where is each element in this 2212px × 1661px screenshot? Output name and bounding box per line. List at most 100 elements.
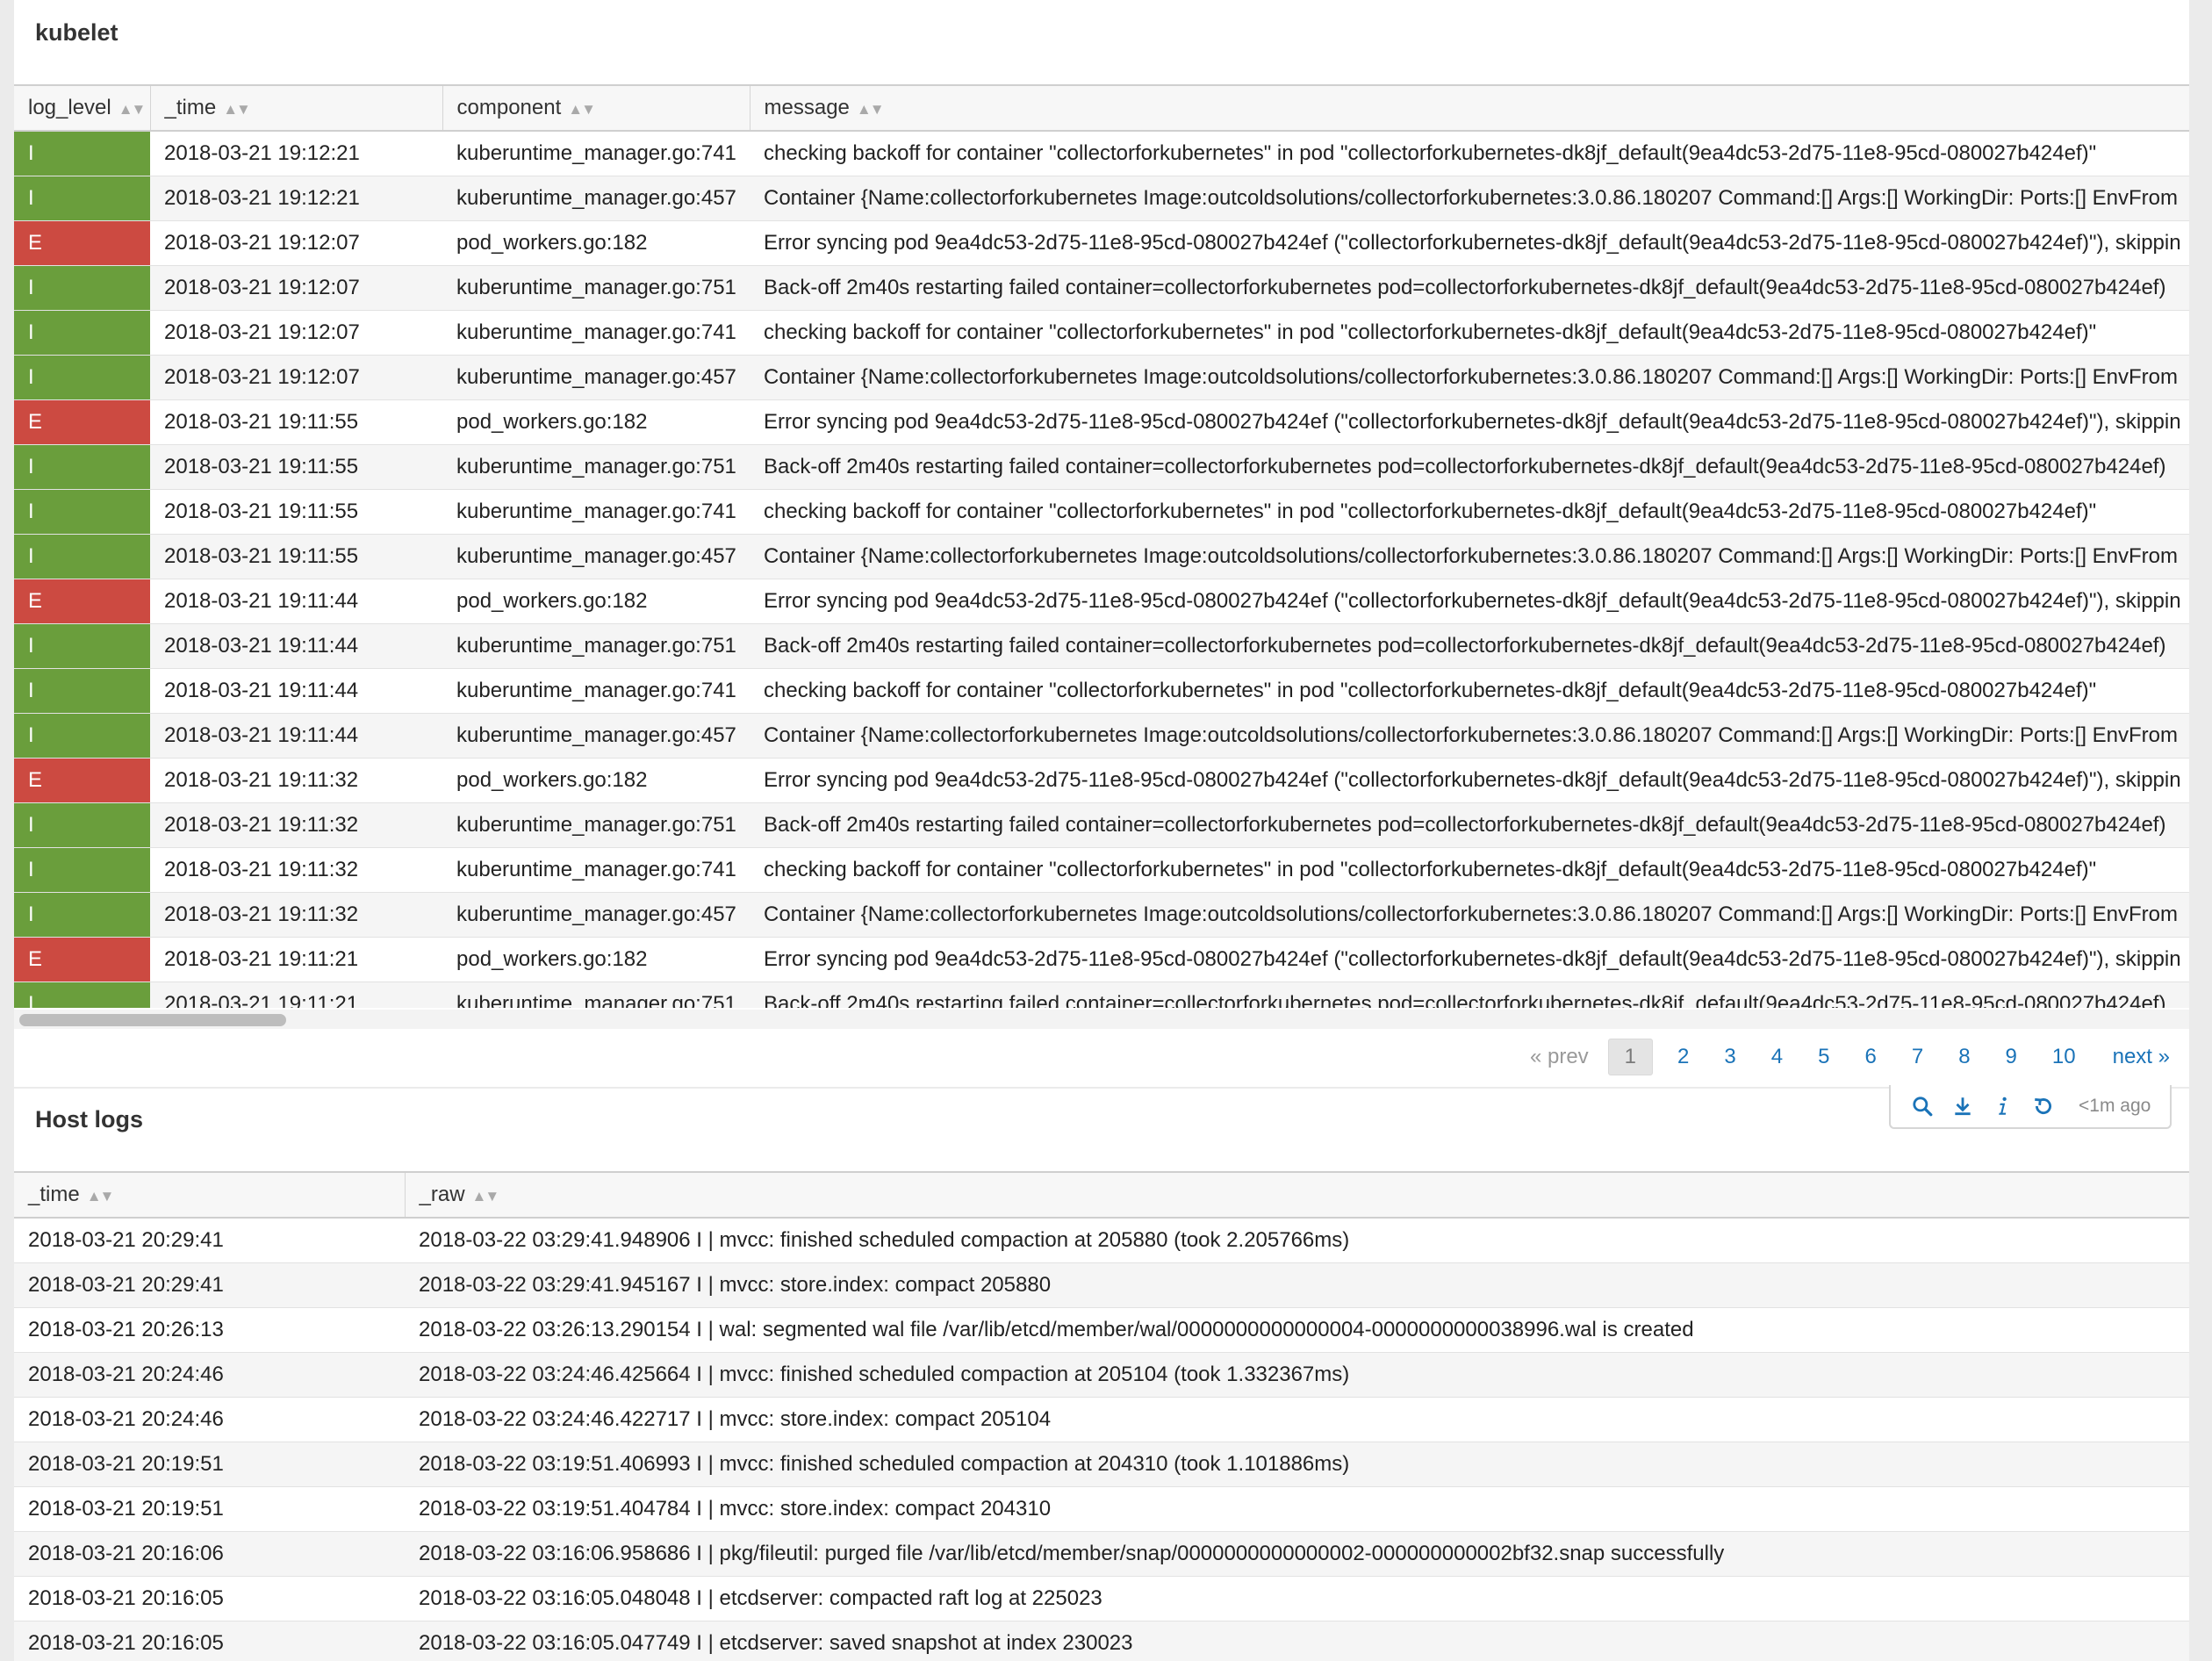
kubelet-table-body: I 2018-03-21 19:12:21 kuberuntime_manager.…	[14, 131, 2189, 1008]
table-row[interactable]: I 2018-03-21 19:11:55 kuberuntime_manager.…	[14, 534, 2189, 579]
table-row[interactable]: E 2018-03-21 19:11:55 pod_workers.go:182 Er…	[14, 399, 2189, 445]
log-level-cell: E	[14, 758, 150, 803]
table-row[interactable]: E 2018-03-21 19:11:21 pod_workers.go:182 Er…	[14, 937, 2189, 982]
time-cell: 2018-03-21 19:11:21	[150, 982, 442, 1008]
log-level-cell: E	[14, 937, 150, 982]
column-header-message[interactable]: message ▲▼	[750, 84, 2189, 132]
sort-icon[interactable]: ▲▼	[472, 1188, 500, 1204]
table-row[interactable]: 2018-03-21 20:26:13 2018-03-22 03:26:13.2…	[14, 1307, 2189, 1353]
time-cell: 2018-03-21 19:12:07	[150, 310, 442, 356]
message-cell: Back-off 2m40s restarting failed contain…	[750, 265, 2189, 311]
page-link-10[interactable]: 10	[2035, 1045, 2094, 1069]
sort-icon[interactable]: ▲▼	[118, 101, 147, 118]
download-icon[interactable]	[1950, 1094, 1975, 1118]
message-cell: Error syncing pod 9ea4dc53-2d75-11e8-95c…	[750, 399, 2189, 445]
table-row[interactable]: E 2018-03-21 19:11:44 pod_workers.go:182 Er…	[14, 579, 2189, 624]
scrollbar-thumb[interactable]	[19, 1014, 286, 1026]
page-link-3[interactable]: 3	[1706, 1045, 1753, 1069]
table-row[interactable]: I 2018-03-21 19:11:44 kuberuntime_manager.…	[14, 623, 2189, 669]
column-header-log-level[interactable]: log_level ▲▼	[14, 84, 151, 132]
table-row[interactable]: 2018-03-21 20:16:05 2018-03-22 03:16:05.0…	[14, 1576, 2189, 1621]
message-cell: Back-off 2m40s restarting failed contain…	[750, 444, 2189, 490]
table-row[interactable]: I 2018-03-21 19:11:32 kuberuntime_manager.…	[14, 892, 2189, 938]
column-header-time[interactable]: _time ▲▼	[150, 84, 443, 132]
sort-icon[interactable]: ▲▼	[568, 101, 596, 118]
raw-cell: 2018-03-22 03:24:46.425664 I | mvcc: fin…	[405, 1352, 2189, 1398]
table-row[interactable]: I 2018-03-21 19:11:32 kuberuntime_manager.…	[14, 802, 2189, 848]
table-row[interactable]: 2018-03-21 20:24:46 2018-03-22 03:24:46.4…	[14, 1352, 2189, 1398]
table-row[interactable]: 2018-03-21 20:16:06 2018-03-22 03:16:06.9…	[14, 1531, 2189, 1577]
table-row[interactable]: I 2018-03-21 19:11:21 kuberuntime_manager.…	[14, 982, 2189, 1008]
table-row[interactable]: I 2018-03-21 19:11:44 kuberuntime_manager.…	[14, 668, 2189, 714]
log-level-cell: I	[14, 982, 150, 1008]
pagination: « prev 1 2 3 4 5 6 7 8 9 10 next »	[1518, 1038, 2170, 1076]
table-row[interactable]: I 2018-03-21 19:12:07 kuberuntime_manager.…	[14, 310, 2189, 356]
table-row[interactable]: 2018-03-21 20:19:51 2018-03-22 03:19:51.4…	[14, 1486, 2189, 1532]
horizontal-scrollbar[interactable]	[14, 1010, 2189, 1029]
message-cell: checking backoff for container "collecto…	[750, 131, 2189, 176]
refresh-icon[interactable]	[2031, 1094, 2056, 1118]
page-link-9[interactable]: 9	[1988, 1045, 2035, 1069]
info-icon[interactable]	[1991, 1094, 2015, 1118]
time-cell: 2018-03-21 19:12:07	[150, 220, 442, 266]
table-row[interactable]: I 2018-03-21 19:12:07 kuberuntime_manager.…	[14, 355, 2189, 400]
time-cell: 2018-03-21 19:11:44	[150, 668, 442, 714]
column-header-label: log_level	[28, 96, 111, 119]
host-logs-panel-title: Host logs	[35, 1106, 144, 1132]
component-cell: kuberuntime_manager.go:751	[442, 623, 750, 669]
table-row[interactable]: E 2018-03-21 19:11:32 pod_workers.go:182 Er…	[14, 758, 2189, 803]
time-cell: 2018-03-21 19:11:44	[150, 579, 442, 624]
page-links: 1 2 3 4 5 6 7 8 9 10	[1601, 1039, 2094, 1075]
sort-icon[interactable]: ▲▼	[223, 101, 251, 118]
time-cell: 2018-03-21 20:29:41	[14, 1218, 405, 1263]
table-row[interactable]: I 2018-03-21 19:11:55 kuberuntime_manager.…	[14, 489, 2189, 535]
log-level-cell: E	[14, 399, 150, 445]
search-icon[interactable]	[1910, 1094, 1935, 1118]
page-link-7[interactable]: 7	[1894, 1045, 1941, 1069]
column-header-label: component	[456, 96, 562, 119]
table-row[interactable]: 2018-03-21 20:29:41 2018-03-22 03:29:41.9…	[14, 1218, 2189, 1263]
table-row[interactable]: 2018-03-21 20:19:51 2018-03-22 03:19:51.4…	[14, 1442, 2189, 1487]
table-row[interactable]: 2018-03-21 20:29:41 2018-03-22 03:29:41.9…	[14, 1262, 2189, 1308]
host-logs-table-body: 2018-03-21 20:29:41 2018-03-22 03:29:41.9…	[14, 1218, 2189, 1661]
column-header-raw[interactable]: _raw ▲▼	[405, 1171, 2189, 1219]
time-cell: 2018-03-21 19:11:55	[150, 399, 442, 445]
next-page-link[interactable]: next »	[2094, 1045, 2170, 1069]
sort-icon[interactable]: ▲▼	[857, 101, 885, 118]
table-row[interactable]: I 2018-03-21 19:12:07 kuberuntime_manager.…	[14, 265, 2189, 311]
sort-icon[interactable]: ▲▼	[87, 1188, 115, 1204]
log-level-cell: I	[14, 265, 150, 311]
page-link-5[interactable]: 5	[1800, 1045, 1847, 1069]
message-cell: Error syncing pod 9ea4dc53-2d75-11e8-95c…	[750, 758, 2189, 803]
component-cell: pod_workers.go:182	[442, 937, 750, 982]
table-row[interactable]: I 2018-03-21 19:11:44 kuberuntime_manager.…	[14, 713, 2189, 759]
table-row[interactable]: I 2018-03-21 19:12:21 kuberuntime_manager.…	[14, 176, 2189, 221]
column-header-label: _raw	[419, 1183, 465, 1206]
time-cell: 2018-03-21 20:24:46	[14, 1397, 405, 1442]
page-link-4[interactable]: 4	[1754, 1045, 1800, 1069]
page-link-2[interactable]: 2	[1660, 1045, 1706, 1069]
message-cell: Error syncing pod 9ea4dc53-2d75-11e8-95c…	[750, 579, 2189, 624]
time-cell: 2018-03-21 20:16:06	[14, 1531, 405, 1577]
component-cell: kuberuntime_manager.go:457	[442, 534, 750, 579]
log-level-cell: I	[14, 847, 150, 893]
table-row[interactable]: I 2018-03-21 19:12:21 kuberuntime_manager.…	[14, 131, 2189, 176]
message-cell: Back-off 2m40s restarting failed contain…	[750, 982, 2189, 1008]
table-row[interactable]: I 2018-03-21 19:11:32 kuberuntime_manager.…	[14, 847, 2189, 893]
table-row[interactable]: E 2018-03-21 19:12:07 pod_workers.go:182 Er…	[14, 220, 2189, 266]
message-cell: checking backoff for container "collecto…	[750, 668, 2189, 714]
column-header-time[interactable]: _time ▲▼	[14, 1171, 406, 1219]
component-cell: kuberuntime_manager.go:751	[442, 802, 750, 848]
page-link-6[interactable]: 6	[1847, 1045, 1893, 1069]
message-cell: Container {Name:collectorforkubernetes I…	[750, 713, 2189, 759]
time-cell: 2018-03-21 19:12:07	[150, 355, 442, 400]
column-header-component[interactable]: component ▲▼	[442, 84, 750, 132]
table-row[interactable]: I 2018-03-21 19:11:55 kuberuntime_manager.…	[14, 444, 2189, 490]
page-link-8[interactable]: 8	[1941, 1045, 1987, 1069]
log-level-cell: E	[14, 579, 150, 624]
table-row[interactable]: 2018-03-21 20:24:46 2018-03-22 03:24:46.4…	[14, 1397, 2189, 1442]
raw-cell: 2018-03-22 03:29:41.945167 I | mvcc: sto…	[405, 1262, 2189, 1308]
prev-page-link: « prev	[1529, 1045, 1589, 1068]
raw-cell: 2018-03-22 03:26:13.290154 I | wal: segm…	[405, 1307, 2189, 1353]
table-row[interactable]: 2018-03-21 20:16:05 2018-03-22 03:16:05.0…	[14, 1621, 2189, 1661]
